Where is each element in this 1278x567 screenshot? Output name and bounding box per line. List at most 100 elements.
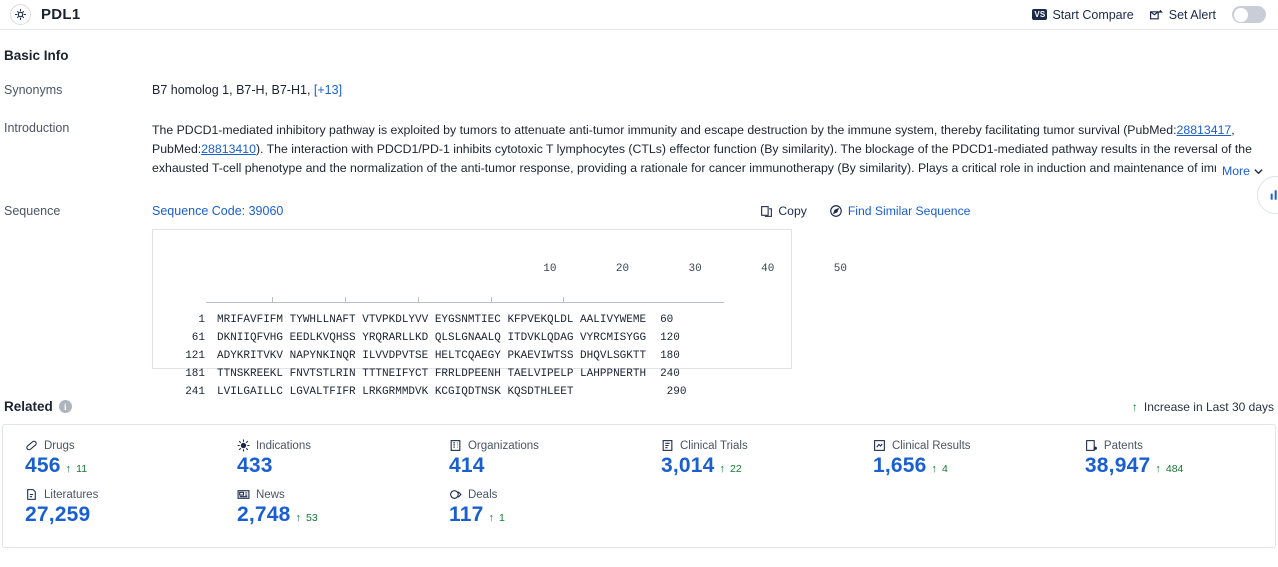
top-bar: PDL1 VS Start Compare Set Alert bbox=[0, 0, 1278, 30]
sequence-residues[interactable]: TTNSKREEKL FNVTSTLRIN TTTNEIFYCT FRRLDPE… bbox=[205, 365, 646, 383]
pubmed-link-1[interactable]: 28813417 bbox=[1177, 123, 1232, 137]
results-icon bbox=[873, 439, 886, 452]
introduction-p2: The interaction with PDCD1/PD-1 inhibits… bbox=[152, 142, 1252, 175]
stat-value[interactable]: 1,656 bbox=[873, 454, 927, 478]
stat-value[interactable]: 27,259 bbox=[25, 503, 90, 527]
sequence-residues[interactable]: ADYKRITVKV NAPYNKINQR ILVVDPVTSE HELTCQA… bbox=[205, 347, 646, 365]
stat-header: Organizations bbox=[449, 439, 639, 452]
sequence-start-index: 241 bbox=[185, 386, 205, 398]
related-stats-grid: Drugs 456 ↑ 11 Indications 433 Organizations 41… bbox=[3, 439, 1275, 537]
start-compare-button[interactable]: VS Start Compare bbox=[1032, 7, 1134, 22]
synonyms-label: Synonyms bbox=[4, 83, 63, 97]
stat-value-row: 456 ↑ 11 bbox=[25, 454, 215, 478]
synonyms-value: B7 homolog 1, B7-H, B7-H1, [+13] bbox=[152, 83, 1276, 97]
synonyms-more-link[interactable]: [+13] bbox=[314, 83, 342, 97]
related-stat-organizations[interactable]: Organizations 414 bbox=[427, 439, 639, 478]
page-title: PDL1 bbox=[41, 6, 81, 23]
sequence-row-line: 181 TTNSKREEKL FNVTSTLRIN TTTNEIFYCT FRRL… bbox=[167, 365, 777, 383]
chevron-down-icon bbox=[1253, 166, 1264, 177]
stat-label: Organizations bbox=[467, 439, 539, 452]
related-header: Related i ↑ Increase in Last 30 days bbox=[2, 399, 1276, 414]
arrow-up-icon: ↑ bbox=[65, 463, 72, 475]
related-stat-deals[interactable]: Deals 117 ↑ 1 bbox=[427, 488, 639, 527]
stat-label: Deals bbox=[467, 488, 498, 501]
stat-value[interactable]: 414 bbox=[449, 454, 485, 478]
patent-icon bbox=[1085, 439, 1098, 452]
introduction-more-label: More bbox=[1221, 164, 1250, 178]
basic-info-title: Basic Info bbox=[4, 48, 69, 63]
sequence-residues[interactable]: MRIFAVFIFM TYWHLLNAFT VTVPKDLYVV EYGSNMT… bbox=[205, 311, 646, 329]
sequence-end-index: 120 bbox=[660, 332, 680, 344]
stat-header: Deals bbox=[449, 488, 639, 501]
sequence-start-index: 181 bbox=[185, 368, 205, 380]
stat-label: Clinical Trials bbox=[679, 439, 748, 452]
copy-icon bbox=[760, 205, 773, 218]
stat-value[interactable]: 117 bbox=[449, 503, 483, 527]
sequence-residues[interactable]: DKNIIQFVHG EEDLKVQHSS YRQRARLLKD QLSLGNA… bbox=[205, 329, 646, 347]
virus-icon bbox=[237, 439, 250, 452]
stat-label: Drugs bbox=[44, 439, 75, 452]
vs-icon: VS bbox=[1032, 9, 1048, 20]
stat-value-row: 3,014 ↑ 22 bbox=[661, 454, 851, 478]
deal-icon bbox=[449, 488, 462, 501]
arrow-up-icon: ↑ bbox=[931, 463, 938, 475]
introduction-label: Introduction bbox=[4, 121, 70, 135]
stat-value-row: 27,259 bbox=[25, 503, 215, 527]
envelope-alert-icon bbox=[1149, 9, 1164, 21]
find-similar-label: Find Similar Sequence bbox=[847, 204, 971, 218]
sequence-viewer[interactable]: 10 20 30 40 50 1 MRIFAVFIFM TYWHLLNAFT VT… bbox=[152, 229, 847, 398]
stat-value[interactable]: 2,748 bbox=[237, 503, 291, 527]
copy-button[interactable]: Copy bbox=[760, 204, 807, 218]
stat-header: Indications bbox=[237, 439, 427, 452]
sequence-row-line: 61 DKNIIQFVHG EEDLKVQHSS YRQRARLLKD QLSLG… bbox=[167, 329, 777, 347]
book-icon bbox=[25, 488, 38, 501]
sequence-end-index: 180 bbox=[660, 350, 680, 362]
stat-header: Patents bbox=[1085, 439, 1275, 452]
alert-toggle[interactable] bbox=[1232, 6, 1266, 23]
arrow-up-icon: ↑ bbox=[1131, 399, 1138, 414]
related-title: Related bbox=[4, 399, 53, 414]
stat-label: Patents bbox=[1103, 439, 1143, 452]
pubmed-link-2[interactable]: 28813410 bbox=[201, 142, 256, 156]
introduction-row: Introduction The PDCD1-mediated inhibito… bbox=[2, 121, 1276, 178]
related-stat-news[interactable]: News 2,748 ↑ 53 bbox=[215, 488, 427, 527]
related-stat-literatures[interactable]: Literatures 27,259 bbox=[3, 488, 215, 527]
sequence-start-index: 121 bbox=[185, 350, 205, 362]
sequence-residues[interactable]: LVILGAILLC LGVALTFIFR LRKGRMMDVK KCGIQDT… bbox=[205, 383, 653, 401]
arrow-up-icon: ↑ bbox=[488, 512, 494, 524]
stat-value[interactable]: 38,947 bbox=[1085, 454, 1150, 478]
arrow-up-icon: ↑ bbox=[1155, 463, 1161, 475]
sequence-ruler-numbers: 10 20 30 40 50 bbox=[233, 263, 847, 275]
sequence-start-index: 1 bbox=[198, 314, 205, 326]
introduction-more-button[interactable]: More bbox=[1215, 164, 1264, 178]
sequence-code-link[interactable]: Sequence Code: 39060 bbox=[152, 204, 283, 218]
info-icon[interactable]: i bbox=[58, 400, 72, 413]
stat-value[interactable]: 456 bbox=[25, 454, 61, 478]
sequence-end-index: 290 bbox=[666, 386, 687, 398]
pill-icon bbox=[25, 439, 38, 452]
start-compare-label: Start Compare bbox=[1052, 7, 1134, 22]
sequence-header: Sequence Code: 39060 Copy Find Similar S… bbox=[152, 204, 1276, 218]
find-similar-sequence-button[interactable]: Find Similar Sequence bbox=[829, 204, 971, 218]
stat-value[interactable]: 433 bbox=[237, 454, 273, 478]
related-stat-clinical-results[interactable]: Clinical Results 1,656 ↑ 4 bbox=[851, 439, 1063, 478]
related-stats-card: Drugs 456 ↑ 11 Indications 433 Organizations 41… bbox=[2, 424, 1276, 548]
sequence-ruler-line bbox=[206, 296, 724, 303]
news-icon bbox=[237, 488, 250, 501]
sequence-label: Sequence bbox=[4, 204, 61, 218]
related-stat-patents[interactable]: Patents 38,947 ↑ 484 bbox=[1063, 439, 1275, 478]
related-stat-indications[interactable]: Indications 433 bbox=[215, 439, 427, 478]
related-stat-drugs[interactable]: Drugs 456 ↑ 11 bbox=[3, 439, 215, 478]
stat-label: Literatures bbox=[44, 488, 99, 501]
set-alert-button[interactable]: Set Alert bbox=[1149, 8, 1216, 22]
stat-value-row: 433 bbox=[237, 454, 427, 478]
stat-delta: 1 bbox=[498, 512, 505, 524]
copy-label: Copy bbox=[778, 204, 807, 218]
stat-header: Literatures bbox=[25, 488, 215, 501]
related-stat-clinical-trials[interactable]: Clinical Trials 3,014 ↑ 22 bbox=[639, 439, 851, 478]
target-icon bbox=[10, 4, 31, 25]
stat-value[interactable]: 3,014 bbox=[661, 454, 715, 478]
related-legend: ↑ Increase in Last 30 days bbox=[1132, 400, 1276, 414]
stat-value-row: 117 ↑ 1 bbox=[449, 503, 639, 527]
arrow-up-icon: ↑ bbox=[719, 463, 726, 475]
